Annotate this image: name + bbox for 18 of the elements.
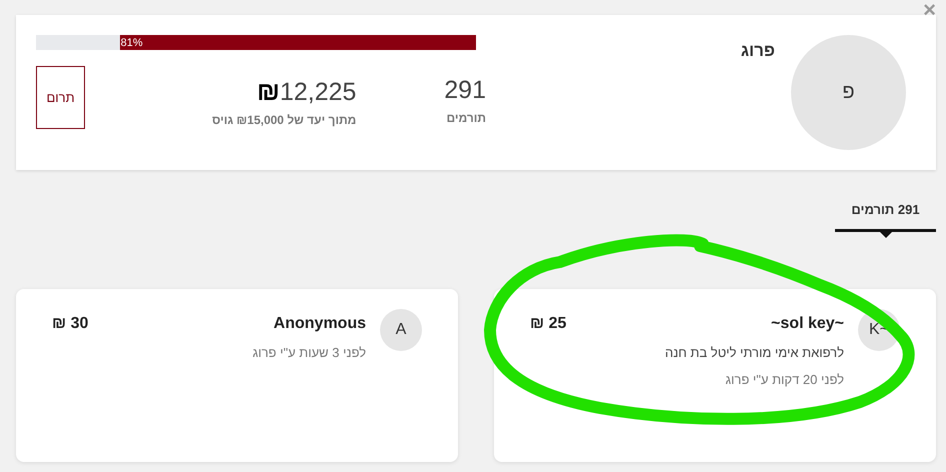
campaign-avatar: פ <box>791 35 906 150</box>
pointer-icon <box>880 232 892 238</box>
goal-text: מתוך יעד של ₪15,000 גויס <box>212 113 356 127</box>
donation-message: לרפואת אימי מורתי ליטל בת חנה <box>664 345 844 360</box>
donor-count: 291 <box>444 76 486 105</box>
progress-label: 81% <box>120 36 143 48</box>
campaign-name: פרוג <box>740 41 775 61</box>
donation-time: לפני 3 שעות ע"י פרוג <box>252 345 366 360</box>
donation-amount: ₪ 25 <box>530 315 566 333</box>
donors-tab[interactable]: 291 תורמים <box>835 202 936 232</box>
raised-amount: ₪12,225 <box>256 76 356 107</box>
donor-name: ~sol key~ <box>771 315 844 333</box>
donation-amount: ₪ 30 <box>52 315 88 333</box>
donation-time: לפני 20 דקות ע"י פרוג <box>724 372 844 387</box>
donor-label: תורמים <box>446 111 486 125</box>
donate-button[interactable]: תרום <box>36 66 85 129</box>
donor-name: Anonymous <box>274 315 366 333</box>
donor-avatar: A <box>380 309 422 351</box>
